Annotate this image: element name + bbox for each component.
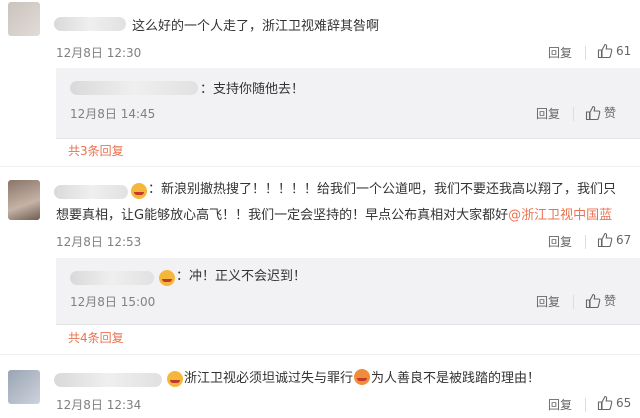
like-button[interactable]: 赞 — [585, 104, 616, 121]
like-count: 61 — [616, 44, 632, 58]
reply-box — [56, 68, 640, 138]
user-name[interactable] — [54, 17, 126, 31]
divider — [573, 295, 574, 309]
reply-button[interactable]: 回复 — [536, 293, 560, 310]
user-name[interactable] — [70, 271, 154, 285]
avatar[interactable] — [8, 370, 40, 404]
divider — [0, 166, 640, 167]
reply-button[interactable]: 回复 — [548, 396, 572, 413]
avatar[interactable] — [8, 180, 40, 220]
divider — [0, 354, 640, 355]
divider — [56, 138, 640, 139]
avatar[interactable] — [8, 2, 40, 36]
angry-emoji-icon — [354, 369, 371, 385]
thumbs-up-icon — [585, 105, 601, 121]
user-name[interactable] — [70, 81, 198, 95]
comment-text: ：新浪别撤热搜了！！！！！给我们一个公道吧，我们不要还我高以翔了，我们只 — [148, 182, 617, 197]
timestamp: 12月8日 12:30 — [56, 46, 142, 60]
more-replies-link[interactable]: 共3条回复 — [68, 142, 124, 159]
thumbs-up-icon — [597, 232, 613, 248]
like-count: 67 — [616, 233, 632, 247]
timestamp: 12月8日 12:34 — [56, 398, 142, 412]
like-button[interactable]: 61 — [597, 43, 631, 59]
like-label: 赞 — [604, 294, 617, 308]
reply-button[interactable]: 回复 — [548, 44, 572, 61]
comment-text-part: 想要真相，让G能够放心高飞！！我们一定会坚持的！早点公布真相对大家都好 — [56, 208, 509, 223]
reply-text: ：支持你随他去！ — [200, 82, 305, 97]
like-count: 65 — [616, 396, 632, 410]
thumbs-up-icon — [597, 395, 613, 411]
divider — [585, 235, 586, 249]
divider — [585, 46, 586, 60]
like-button[interactable]: 65 — [597, 395, 631, 411]
comment-text-line2: 想要真相，让G能够放心高飞！！我们一定会坚持的！早点公布真相对大家都好@浙江卫视… — [56, 204, 612, 228]
divider — [56, 324, 640, 325]
smiley-emoji-icon — [131, 183, 147, 199]
timestamp: 12月8日 12:53 — [56, 235, 142, 249]
like-button[interactable]: 67 — [597, 232, 631, 248]
smiley-emoji-icon — [159, 270, 175, 286]
thumbs-up-icon — [597, 43, 613, 59]
reply-text: ：冲！正义不会迟到！ — [176, 269, 307, 284]
user-name[interactable] — [54, 373, 162, 387]
mention-link[interactable]: @浙江卫视中国蓝 — [508, 208, 612, 223]
comment-text: 这么好的一个人走了，浙江卫视难辞其咎啊 — [132, 19, 380, 34]
user-name[interactable] — [54, 185, 128, 199]
divider — [573, 107, 574, 121]
comment-text-part: 浙江卫视必须坦诚过失与罪行 — [184, 371, 354, 386]
comment-text-part: 为人善良不是被践踏的理由！ — [371, 371, 541, 386]
comment-text: 浙江卫视必须坦诚过失与罪行 为人善良不是被践踏的理由！ — [184, 367, 540, 391]
like-button[interactable]: 赞 — [585, 292, 616, 309]
divider — [585, 398, 586, 412]
reply-button[interactable]: 回复 — [548, 233, 572, 250]
thumbs-up-icon — [585, 293, 601, 309]
timestamp: 12月8日 15:00 — [70, 295, 156, 309]
reply-button[interactable]: 回复 — [536, 105, 560, 122]
more-replies-link[interactable]: 共4条回复 — [68, 329, 124, 346]
timestamp: 12月8日 14:45 — [70, 107, 156, 121]
like-label: 赞 — [604, 106, 617, 120]
reply-box — [56, 258, 640, 324]
smiley-emoji-icon — [167, 371, 183, 387]
